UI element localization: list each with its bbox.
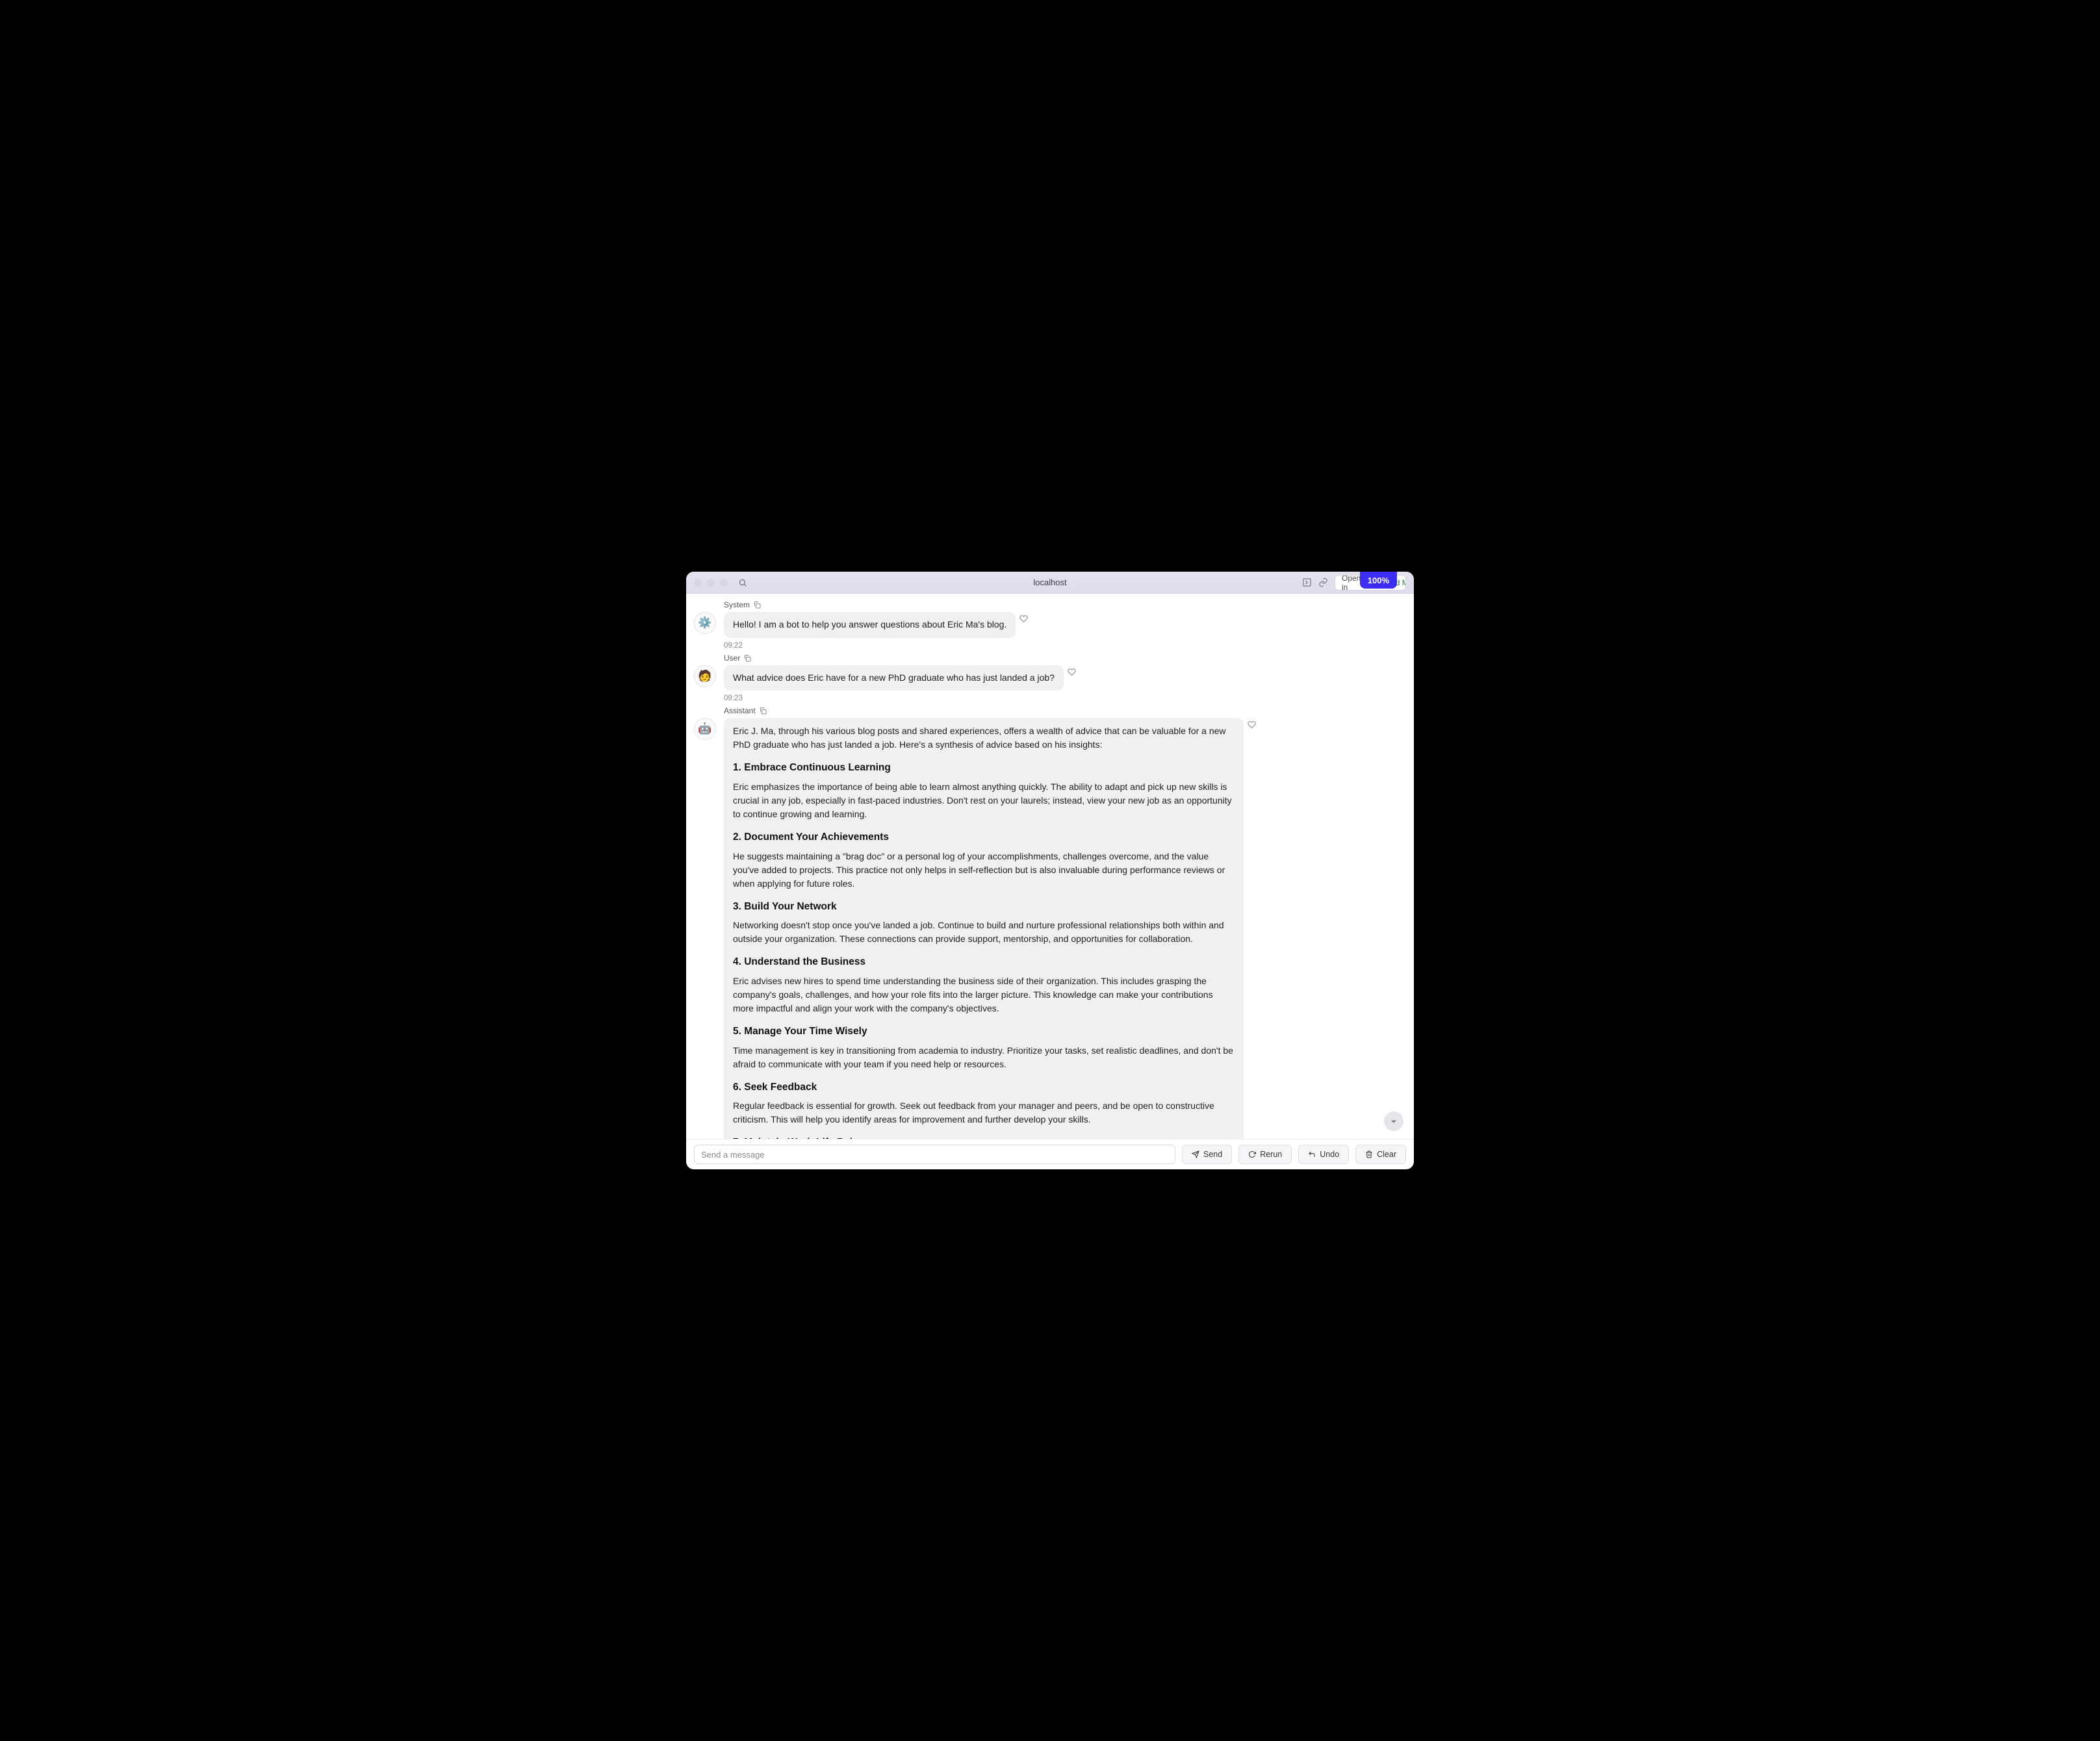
window-controls[interactable] — [694, 579, 728, 587]
role-label: User — [724, 654, 740, 663]
clear-label: Clear — [1377, 1150, 1396, 1159]
undo-label: Undo — [1320, 1150, 1339, 1159]
zoom-badge: 100% — [1360, 572, 1397, 589]
chat-content: ⚙️ System Hello! I am a bot to help you … — [686, 594, 1414, 1139]
scroll-down-button[interactable] — [1384, 1112, 1403, 1131]
app-window: 100% localhost Open in Social and M — [686, 572, 1414, 1169]
rerun-label: Rerun — [1260, 1150, 1282, 1159]
rerun-icon — [1248, 1150, 1256, 1158]
heart-icon[interactable] — [1019, 615, 1028, 623]
copy-icon[interactable] — [743, 654, 751, 662]
rerun-button[interactable]: Rerun — [1238, 1145, 1292, 1164]
send-label: Send — [1203, 1150, 1222, 1159]
message-assistant: 🤖 Assistant Eric J. Ma, through his vari… — [694, 706, 1406, 1139]
role-label: System — [724, 600, 750, 609]
avatar-user: 🧑 — [694, 665, 716, 687]
message-system: ⚙️ System Hello! I am a bot to help you … — [694, 600, 1406, 650]
message-input-placeholder: Send a message — [701, 1150, 765, 1160]
minimize-dot[interactable] — [707, 579, 715, 587]
message-bubble: What advice does Eric have for a new PhD… — [724, 665, 1064, 691]
undo-button[interactable]: Undo — [1298, 1145, 1349, 1164]
message-user: 🧑 User What advice does Eric have for a … — [694, 654, 1406, 703]
role-label: Assistant — [724, 706, 756, 715]
section-heading: 4. Understand the Business — [733, 955, 1235, 969]
close-dot[interactable] — [694, 579, 702, 587]
enter-icon[interactable] — [1302, 578, 1312, 587]
timestamp: 09:22 — [724, 642, 1406, 650]
section-heading: 5. Manage Your Time Wisely — [733, 1024, 1235, 1039]
section-heading: 1. Embrace Continuous Learning — [733, 761, 1235, 775]
titlebar: localhost Open in Social and M — [686, 572, 1414, 594]
open-in-prefix: Open in — [1342, 575, 1361, 591]
undo-icon — [1308, 1150, 1316, 1158]
link-icon[interactable] — [1318, 578, 1328, 587]
message-bubble: Hello! I am a bot to help you answer que… — [724, 612, 1016, 638]
avatar-system: ⚙️ — [694, 612, 716, 634]
heart-icon[interactable] — [1248, 720, 1256, 729]
section-body: Networking doesn't stop once you've land… — [733, 919, 1235, 946]
heart-icon[interactable] — [1068, 668, 1076, 676]
footer: Send a message Send Rerun Undo Clear — [686, 1139, 1414, 1169]
message-input[interactable]: Send a message — [694, 1145, 1175, 1164]
timestamp: 09:23 — [724, 694, 1406, 702]
section-body: Eric emphasizes the importance of being … — [733, 780, 1235, 821]
section-body: Time management is key in transitioning … — [733, 1044, 1235, 1071]
zoom-dot[interactable] — [720, 579, 728, 587]
send-button[interactable]: Send — [1182, 1145, 1232, 1164]
section-heading: 7. Maintain Work-Life Balance — [733, 1136, 1235, 1139]
section-body: Eric advises new hires to spend time und… — [733, 974, 1235, 1015]
trash-icon — [1365, 1150, 1373, 1158]
search-icon[interactable] — [738, 578, 747, 587]
section-heading: 3. Build Your Network — [733, 900, 1235, 914]
avatar-assistant: 🤖 — [694, 718, 716, 740]
copy-icon[interactable] — [753, 601, 761, 609]
section-heading: 6. Seek Feedback — [733, 1080, 1235, 1095]
copy-icon[interactable] — [759, 707, 767, 715]
section-heading: 2. Document Your Achievements — [733, 830, 1235, 845]
section-body: Regular feedback is essential for growth… — [733, 1099, 1235, 1126]
send-icon — [1192, 1150, 1199, 1158]
section-body: He suggests maintaining a "brag doc" or … — [733, 850, 1235, 891]
message-bubble: Eric J. Ma, through his various blog pos… — [724, 718, 1244, 1139]
assistant-intro: Eric J. Ma, through his various blog pos… — [733, 724, 1235, 752]
clear-button[interactable]: Clear — [1355, 1145, 1406, 1164]
address-bar-text: localhost — [1033, 578, 1066, 587]
